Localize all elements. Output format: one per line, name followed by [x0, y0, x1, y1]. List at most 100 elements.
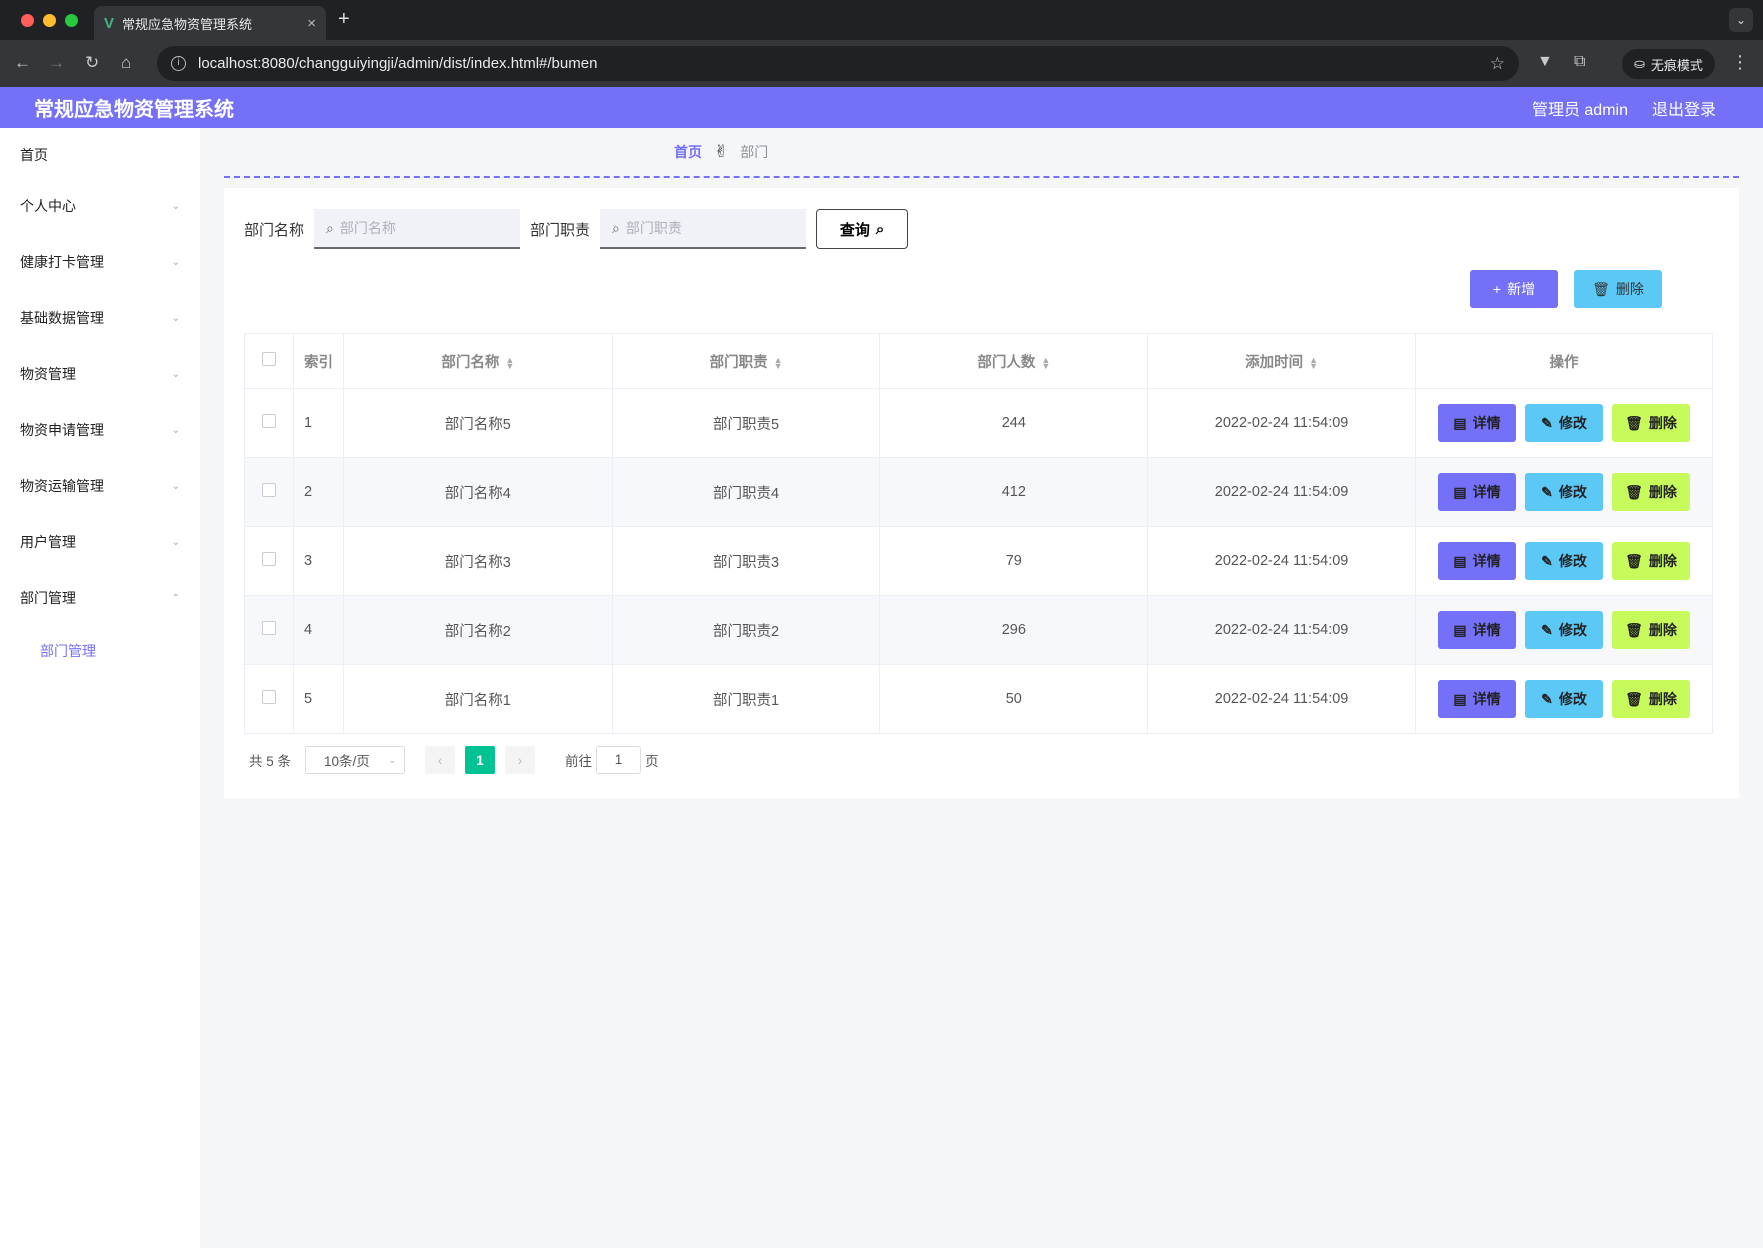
query-button[interactable]: 查询 ⌕: [816, 209, 909, 249]
page-number-button[interactable]: 1: [465, 746, 496, 774]
cell-index: 2: [292, 457, 344, 527]
sidebar-item-health-checkin[interactable]: 健康打卡管理 ⌄: [0, 234, 200, 290]
edit-button[interactable]: ✎ 修改: [1524, 542, 1603, 580]
name-search-field[interactable]: ⌕: [314, 209, 521, 249]
select-all-checkbox[interactable]: [261, 352, 276, 366]
extensions-icon[interactable]: ⧉: [1574, 53, 1585, 71]
cell-name: 部门名称1: [342, 664, 613, 734]
row-checkbox[interactable]: [261, 621, 276, 635]
page-size-select[interactable]: 10条/页 ⌄: [305, 746, 406, 774]
trash-icon: 🗑: [1625, 621, 1643, 638]
sidebar-item-home[interactable]: 首页: [0, 132, 200, 178]
browser-tab-bar: V 常规应急物资管理系统 × + ⌄: [0, 0, 1763, 40]
home-icon[interactable]: ⌂: [121, 53, 131, 73]
column-header-time[interactable]: 添加时间 ▲ ▼: [1147, 333, 1416, 389]
detail-button[interactable]: ▤ 详情: [1437, 404, 1516, 442]
edit-button[interactable]: ✎ 修改: [1524, 473, 1603, 511]
sort-icon[interactable]: ▲ ▼: [1309, 355, 1318, 370]
next-page-button[interactable]: ›: [505, 746, 536, 774]
row-checkbox[interactable]: [261, 552, 276, 566]
bookmark-star-icon[interactable]: ☆: [1490, 54, 1505, 74]
detail-button[interactable]: ▤ 详情: [1437, 542, 1516, 580]
reload-icon[interactable]: ↻: [85, 53, 99, 73]
delete-button[interactable]: 🗑 删除: [1611, 611, 1690, 649]
cell-index: 5: [292, 664, 344, 734]
table-row: 5 部门名称1 部门职责1 50 2022-02-24 11:54:09 ▤ 详情…: [244, 664, 1714, 734]
browser-tab[interactable]: V 常规应急物资管理系统 ×: [94, 6, 326, 40]
cell-actions: ▤ 详情 ✎ 修改 🗑 删除: [1414, 526, 1714, 596]
document-icon: ▤: [1453, 690, 1467, 707]
sidebar-subitem-department-management[interactable]: 部门管理: [0, 626, 200, 676]
delete-button[interactable]: 🗑 删除: [1611, 404, 1690, 442]
name-search-input[interactable]: [339, 220, 500, 236]
goto-suffix: 页: [645, 754, 659, 769]
column-header-duty[interactable]: 部门职责 ▲ ▼: [611, 333, 881, 389]
delete-button[interactable]: 🗑 删除: [1611, 680, 1690, 718]
address-bar[interactable]: i localhost:8080/changguiyingji/admin/di…: [157, 46, 1519, 81]
back-icon[interactable]: ←: [14, 53, 31, 73]
detail-button[interactable]: ▤ 详情: [1437, 611, 1516, 649]
edit-button[interactable]: ✎ 修改: [1524, 611, 1603, 649]
maximize-window-button[interactable]: [65, 14, 78, 27]
row-checkbox[interactable]: [261, 483, 276, 497]
table-body: 1 部门名称5 部门职责5 244 2022-02-24 11:54:09 ▤ 详…: [244, 388, 1714, 734]
duty-search-field[interactable]: ⌕: [600, 209, 807, 249]
column-header-name[interactable]: 部门名称 ▲ ▼: [342, 333, 613, 389]
victory-hand-icon: ✌: [714, 142, 729, 161]
delete-button[interactable]: 🗑 删除: [1611, 473, 1690, 511]
prev-page-button[interactable]: ‹: [425, 746, 456, 774]
row-select-cell: [244, 664, 294, 734]
app-title: 常规应急物资管理系统: [34, 99, 234, 121]
sidebar-item-supplies[interactable]: 物资管理 ⌄: [0, 346, 200, 402]
sidebar-item-profile[interactable]: 个人中心 ⌄: [0, 178, 200, 234]
column-header-count[interactable]: 部门人数 ▲ ▼: [879, 333, 1149, 389]
duty-search-input[interactable]: [625, 220, 786, 236]
row-checkbox[interactable]: [261, 414, 276, 428]
sidebar-item-departments[interactable]: 部门管理 ⌃: [0, 570, 200, 626]
sidebar-item-users[interactable]: 用户管理 ⌄: [0, 514, 200, 570]
sidebar-item-label: 健康打卡管理: [20, 254, 104, 270]
edit-button[interactable]: ✎ 修改: [1524, 404, 1603, 442]
more-menu-icon[interactable]: ⋮: [1731, 52, 1749, 73]
sort-icon[interactable]: ▲ ▼: [774, 355, 783, 370]
minimize-window-button[interactable]: [43, 14, 56, 27]
department-table: 索引 部门名称 ▲ ▼ 部门职责 ▲ ▼ 部门人数 ▲ ▼ 添加时间 ▲ ▼ 操作 1 部门名称…: [244, 333, 1714, 734]
add-button[interactable]: + 新增: [1470, 270, 1558, 308]
search-form: 部门名称 ⌕ 部门职责 ⌕ 查询 ⌕: [244, 208, 1719, 250]
sort-icon[interactable]: ▲ ▼: [505, 355, 514, 370]
new-tab-button[interactable]: +: [338, 8, 350, 31]
goto-page-input[interactable]: 1: [596, 746, 642, 774]
detail-button[interactable]: ▤ 详情: [1437, 680, 1516, 718]
sidebar-item-supply-transport[interactable]: 物资运输管理 ⌄: [0, 458, 200, 514]
row-select-cell: [244, 526, 294, 596]
delete-button[interactable]: 🗑 删除: [1611, 542, 1690, 580]
batch-delete-button[interactable]: 🗑 删除: [1574, 270, 1662, 308]
table-row: 4 部门名称2 部门职责2 296 2022-02-24 11:54:09 ▤ 详…: [244, 595, 1714, 665]
detail-button[interactable]: ▤ 详情: [1437, 473, 1516, 511]
goto-prefix: 前往: [565, 754, 593, 769]
delete-label: 删除: [1648, 415, 1677, 431]
cell-actions: ▤ 详情 ✎ 修改 🗑 删除: [1414, 595, 1714, 665]
edit-label: 修改: [1558, 691, 1587, 707]
forward-icon[interactable]: →: [48, 53, 65, 73]
vue-devtools-icon[interactable]: ▼: [1537, 53, 1553, 71]
cell-name: 部门名称2: [342, 595, 613, 665]
trash-icon: 🗑: [1625, 414, 1643, 431]
tab-close-icon[interactable]: ×: [307, 15, 316, 32]
cell-duty: 部门职责4: [611, 457, 881, 527]
site-info-icon[interactable]: i: [171, 56, 186, 71]
sort-icon[interactable]: ▲ ▼: [1041, 355, 1050, 370]
row-checkbox[interactable]: [261, 690, 276, 704]
sidebar-item-base-data[interactable]: 基础数据管理 ⌄: [0, 290, 200, 346]
incognito-badge[interactable]: ⛀ 无痕模式: [1622, 49, 1715, 79]
tab-search-icon[interactable]: ⌄: [1729, 8, 1753, 32]
cell-actions: ▤ 详情 ✎ 修改 🗑 删除: [1414, 664, 1714, 734]
logout-link[interactable]: 退出登录: [1652, 96, 1716, 120]
cell-actions: ▤ 详情 ✎ 修改 🗑 删除: [1414, 388, 1714, 458]
cell-index: 1: [292, 388, 344, 458]
breadcrumb-home[interactable]: 首页: [674, 142, 702, 162]
close-window-button[interactable]: [21, 14, 34, 27]
edit-button[interactable]: ✎ 修改: [1524, 680, 1603, 718]
sidebar-item-supply-requests[interactable]: 物资申请管理 ⌄: [0, 402, 200, 458]
plus-icon: +: [1492, 281, 1502, 297]
